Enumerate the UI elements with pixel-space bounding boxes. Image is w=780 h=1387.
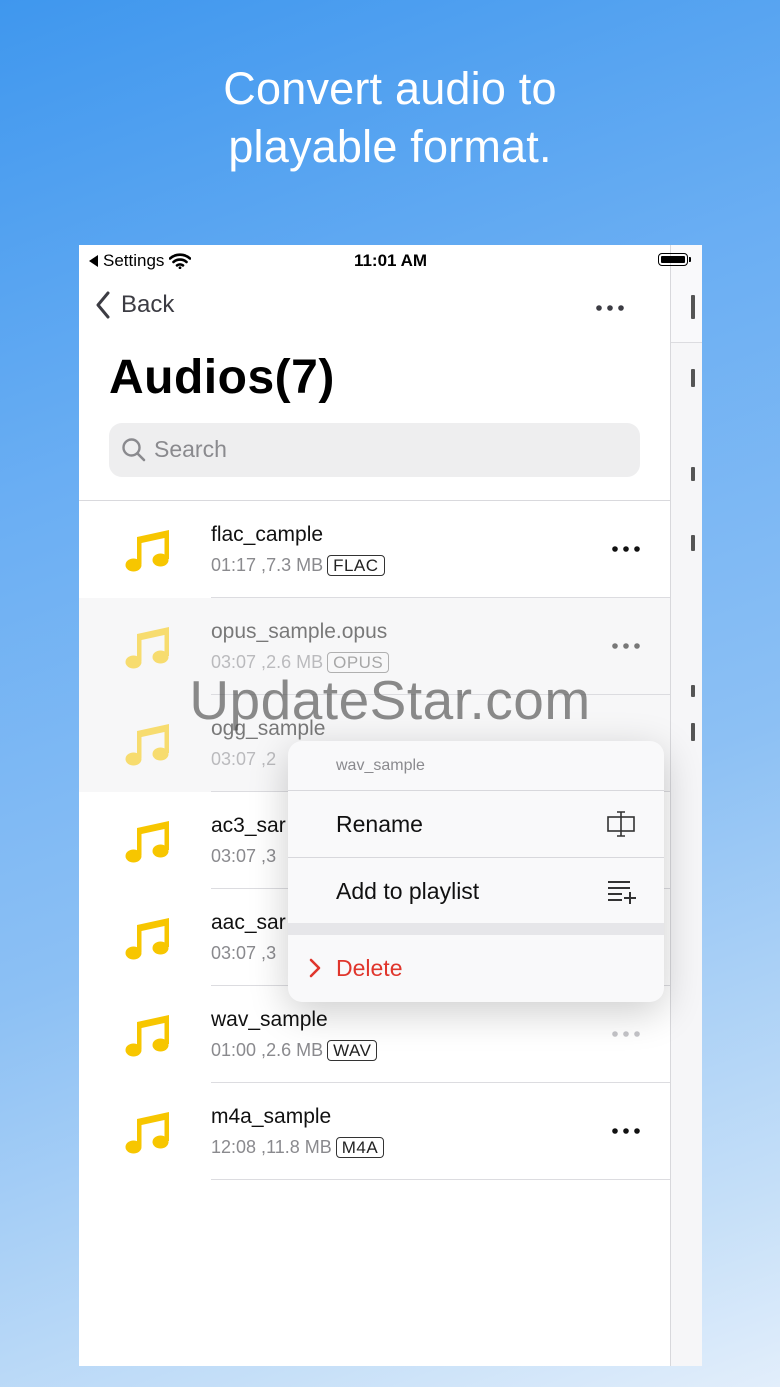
chevron-left-icon	[96, 291, 110, 319]
search-placeholder: Search	[154, 436, 227, 462]
format-badge: FLAC	[327, 555, 385, 576]
row-separator	[211, 1179, 670, 1180]
row-more-icon[interactable]	[609, 1024, 643, 1044]
audio-duration: 03:07	[211, 652, 257, 672]
music-note-icon	[125, 918, 169, 960]
navigation-bar: Back	[79, 285, 670, 335]
audio-meta: 01:17 , 7.3 MB FLAC	[211, 555, 385, 576]
back-button[interactable]: Back	[95, 291, 174, 319]
audio-row-flac[interactable]: flac_cample 01:17 , 7.3 MB FLAC	[79, 501, 670, 598]
rename-menu-item[interactable]: Rename	[288, 791, 664, 857]
music-note-icon	[125, 724, 169, 766]
promo-headline: Convert audio to playable format.	[0, 60, 780, 176]
rename-icon	[607, 811, 635, 837]
chevron-right-icon	[309, 958, 321, 978]
audio-name: ogg_sample	[211, 717, 326, 740]
page-title: Audios(7)	[109, 351, 335, 404]
audio-name: ac3_sar	[211, 814, 286, 837]
row-more-icon[interactable]	[609, 636, 643, 656]
audio-size: 3	[266, 943, 277, 963]
music-note-icon	[125, 821, 169, 863]
context-menu: wav_sample Rename Add to playlist Delete	[288, 741, 664, 1002]
format-badge: WAV	[327, 1040, 378, 1061]
playlist-add-icon	[608, 881, 636, 904]
audio-name: flac_cample	[211, 523, 324, 546]
audio-meta: 03:07 , 2.6 MB OPUS	[211, 652, 390, 673]
format-badge: OPUS	[327, 652, 390, 673]
music-note-icon	[125, 1112, 169, 1154]
format-badge: M4A	[335, 1137, 385, 1158]
audio-name: m4a_sample	[211, 1105, 332, 1128]
audio-row-opus[interactable]: opus_sample.opus 03:07 , 2.6 MB OPUS	[79, 598, 670, 695]
more-options-icon[interactable]	[591, 293, 631, 323]
audio-size: 2	[266, 749, 277, 769]
audio-duration: 12:08	[211, 1137, 257, 1157]
battery-icon	[658, 253, 691, 266]
music-note-icon	[125, 530, 169, 572]
audio-meta: 12:08 , 11.8 MB M4A	[211, 1137, 385, 1158]
promo-headline-line2: playable format.	[228, 121, 552, 172]
audio-size: 7.3 MB	[266, 555, 324, 575]
rename-label: Rename	[336, 811, 423, 837]
audio-size: 3	[266, 846, 277, 866]
status-bar: Settings 11:01 AM	[79, 245, 702, 277]
audio-row-m4a[interactable]: m4a_sample 12:08 , 11.8 MB M4A	[79, 1083, 670, 1180]
audio-duration: 01:00	[211, 1040, 257, 1060]
search-icon	[122, 438, 146, 462]
audio-duration: 01:17	[211, 555, 257, 575]
add-to-playlist-label: Add to playlist	[336, 878, 480, 904]
music-note-icon	[125, 627, 169, 669]
search-field[interactable]: Search	[109, 423, 640, 477]
music-note-icon	[125, 1015, 169, 1057]
audio-duration: 03:07	[211, 943, 257, 963]
row-more-icon[interactable]	[609, 1121, 643, 1141]
audio-meta: 03:07 , 3	[211, 846, 277, 866]
menu-section-gap	[288, 923, 664, 935]
audio-name: aac_sar	[211, 911, 286, 934]
status-time: 11:01 AM	[353, 251, 428, 270]
audio-meta: 03:07 , 2	[211, 749, 277, 769]
audio-duration: 03:07	[211, 749, 257, 769]
audio-size: 2.6 MB	[266, 652, 324, 672]
back-label: Back	[121, 291, 175, 318]
audio-name: opus_sample.opus	[211, 620, 388, 643]
row-more-icon[interactable]	[609, 539, 643, 559]
audio-size: 11.8 MB	[266, 1137, 332, 1157]
secondary-pane	[670, 245, 702, 1366]
promo-headline-line1: Convert audio to	[223, 63, 557, 114]
audio-meta: 01:00 , 2.6 MB WAV	[211, 1040, 378, 1061]
audio-name: wav_sample	[211, 1008, 328, 1031]
context-menu-title: wav_sample	[336, 757, 425, 774]
delete-label: Delete	[336, 955, 403, 981]
audio-size: 2.6 MB	[266, 1040, 324, 1060]
audio-meta: 03:07 , 3	[211, 943, 277, 963]
delete-menu-item[interactable]: Delete	[288, 935, 664, 1002]
audio-duration: 03:07	[211, 846, 257, 866]
app-screen: Settings 11:01 AM Back Audios(7) Search …	[79, 245, 702, 1366]
add-to-playlist-menu-item[interactable]: Add to playlist	[288, 858, 664, 924]
